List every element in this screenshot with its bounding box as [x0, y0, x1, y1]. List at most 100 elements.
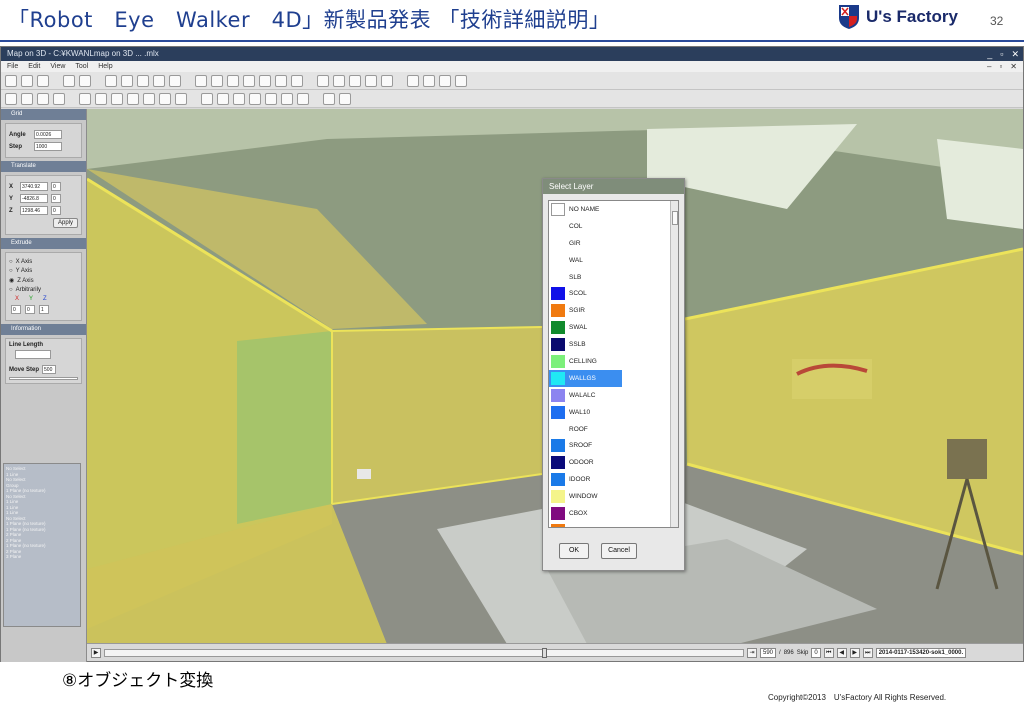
close-icon[interactable]: ✕	[1011, 47, 1019, 61]
ortho-icon[interactable]	[439, 74, 451, 87]
group-icon[interactable]	[243, 74, 255, 87]
radio-z-axis[interactable]: ◉ Z Axis	[9, 277, 78, 285]
layer-item[interactable]: ODOOR	[549, 454, 678, 471]
step-field[interactable]: 1000	[34, 142, 62, 151]
angle-field[interactable]: 0.0026	[34, 130, 62, 139]
point-icon[interactable]	[169, 74, 181, 87]
file-select[interactable]: 2014-0117-153420-sok1_0000.	[875, 647, 967, 658]
axis-icon[interactable]	[323, 92, 335, 105]
layer-item[interactable]: CBOX	[549, 505, 678, 522]
layer-item[interactable]: NO NAME	[549, 201, 678, 218]
grid-panel-header[interactable]: Grid	[1, 109, 86, 120]
skip-field[interactable]: 0	[811, 647, 821, 658]
layer-item[interactable]: SWAL	[549, 319, 678, 336]
extrude-z-field[interactable]: 1	[39, 305, 49, 314]
layer-item[interactable]: SGIR	[549, 302, 678, 319]
menu-file[interactable]: File	[7, 61, 18, 72]
box-icon[interactable]	[227, 74, 239, 87]
plane-icon[interactable]	[211, 74, 223, 87]
layer-item[interactable]: GIR	[549, 235, 678, 252]
measure-icon[interactable]	[291, 74, 303, 87]
next-frame-icon[interactable]: ▶	[849, 647, 860, 658]
x-field[interactable]: 3740.92	[20, 182, 48, 191]
snap-icon[interactable]	[275, 74, 287, 87]
select-icon[interactable]	[105, 74, 117, 87]
jump-icon[interactable]: ⇥	[747, 647, 757, 658]
frame-slider-thumb[interactable]	[542, 647, 547, 658]
door-g-icon[interactable]	[297, 92, 309, 105]
mode-a-icon[interactable]	[5, 92, 17, 105]
layer-item[interactable]: WINDOW	[549, 488, 678, 505]
move-step-slider[interactable]	[9, 377, 78, 380]
align-f-icon[interactable]	[159, 92, 171, 105]
layer-item[interactable]: ROOF	[549, 421, 678, 438]
y-extra-field[interactable]: 0	[51, 194, 61, 203]
save-icon[interactable]	[37, 74, 49, 87]
align-b-icon[interactable]	[95, 92, 107, 105]
door-d-icon[interactable]	[249, 92, 261, 105]
play-icon[interactable]: ▶	[91, 647, 101, 658]
radio-arbitrarily[interactable]: ○ Arbitrarily	[9, 287, 78, 293]
layer-item[interactable]: IDOOR	[549, 471, 678, 488]
undo-icon[interactable]	[63, 74, 75, 87]
door-e-icon[interactable]	[265, 92, 277, 105]
extrude-y-field[interactable]: 0	[25, 305, 35, 314]
open-icon[interactable]	[21, 74, 33, 87]
mode-c-icon[interactable]	[37, 92, 49, 105]
door-c-icon[interactable]	[233, 92, 245, 105]
move-step-field[interactable]: 500	[42, 365, 57, 374]
translate-panel-header[interactable]: Translate	[1, 161, 86, 172]
persp-icon[interactable]	[455, 74, 467, 87]
line-length-field[interactable]	[15, 350, 51, 359]
z-extra-field[interactable]: 0	[51, 206, 61, 215]
last-frame-icon[interactable]: ⏭	[862, 647, 873, 658]
first-frame-icon[interactable]: ⏮	[823, 647, 834, 658]
layer-item[interactable]: CELLING	[549, 353, 678, 370]
y-field[interactable]: -4826.8	[20, 194, 48, 203]
layer-item[interactable]: SLB	[549, 269, 678, 286]
door-f-icon[interactable]	[281, 92, 293, 105]
line-icon[interactable]	[195, 74, 207, 87]
maximize-icon[interactable]: ▫	[1000, 47, 1003, 61]
rotate-icon[interactable]	[137, 74, 149, 87]
align-e-icon[interactable]	[143, 92, 155, 105]
doc-close-icon[interactable]: ✕	[1010, 61, 1017, 72]
align-a-icon[interactable]	[79, 92, 91, 105]
redo-icon[interactable]	[79, 74, 91, 87]
align-c-icon[interactable]	[111, 92, 123, 105]
layer-item[interactable]: WALALC	[549, 387, 678, 404]
layer-item[interactable]: WAL	[549, 252, 678, 269]
lamp-icon[interactable]	[339, 92, 351, 105]
minimize-icon[interactable]: _	[987, 47, 992, 61]
layer-item[interactable]: COL	[549, 218, 678, 235]
door-b-icon[interactable]	[217, 92, 229, 105]
radio-y-axis[interactable]: ○ Y Axis	[9, 268, 78, 274]
move-icon[interactable]	[121, 74, 133, 87]
scale-icon[interactable]	[153, 74, 165, 87]
layer-item[interactable]: KBOX	[549, 522, 678, 527]
layer-item[interactable]: WALLGS	[549, 369, 622, 387]
frame-slider[interactable]	[104, 647, 744, 658]
view-a-icon[interactable]	[349, 74, 361, 87]
prev-frame-icon[interactable]: ◀	[836, 647, 847, 658]
align-g-icon[interactable]	[175, 92, 187, 105]
layer-item[interactable]: WAL10	[549, 404, 678, 421]
mode-b-icon[interactable]	[21, 92, 33, 105]
information-panel-header[interactable]: Information	[1, 324, 86, 335]
grid-icon[interactable]	[423, 74, 435, 87]
radio-x-axis[interactable]: ○ X Axis	[9, 259, 78, 265]
extrude-x-field[interactable]: 0	[11, 305, 21, 314]
view-b-icon[interactable]	[365, 74, 377, 87]
menu-view[interactable]: View	[50, 61, 65, 72]
new-icon[interactable]	[5, 74, 17, 87]
frame-field[interactable]: 590	[760, 647, 777, 658]
align-d-icon[interactable]	[127, 92, 139, 105]
mode-d-icon[interactable]	[53, 92, 65, 105]
view-d-icon[interactable]	[407, 74, 419, 87]
ok-button[interactable]: OK	[559, 543, 589, 559]
ungroup-icon[interactable]	[259, 74, 271, 87]
z-field[interactable]: 1298.46	[20, 206, 48, 215]
texture-icon[interactable]	[333, 74, 345, 87]
apply-button[interactable]: Apply	[52, 218, 78, 228]
layer-item[interactable]: SROOF	[549, 437, 678, 454]
